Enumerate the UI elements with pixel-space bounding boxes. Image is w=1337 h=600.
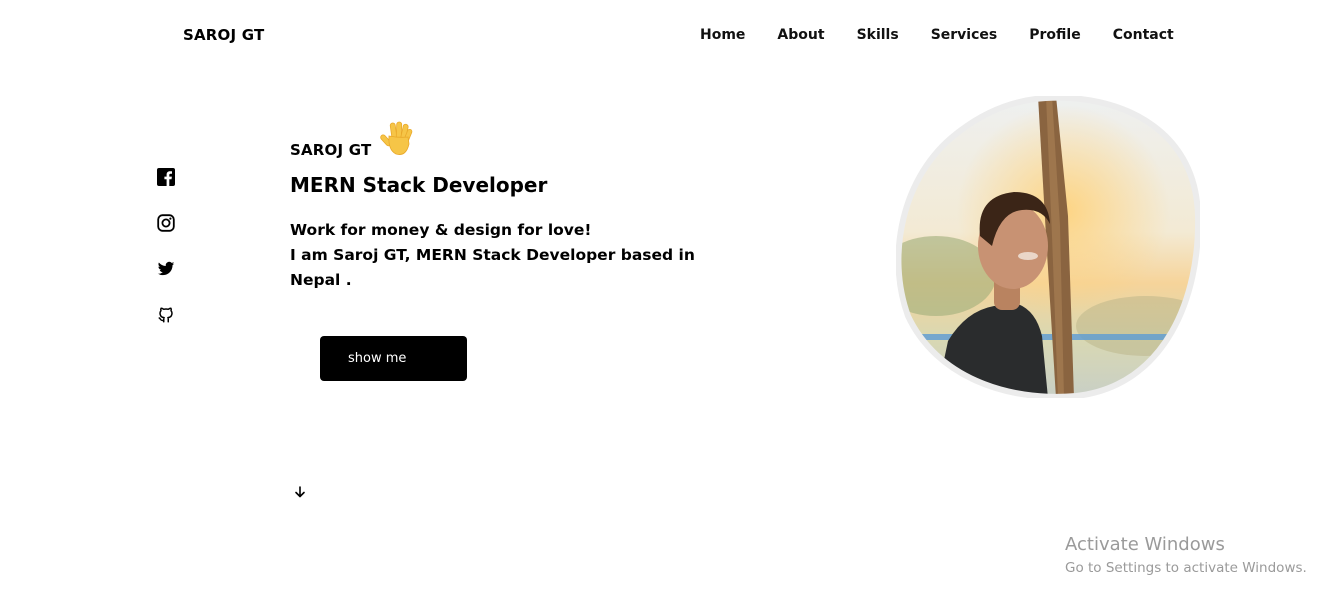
hero-desc-line: Work for money & design for love! bbox=[290, 221, 592, 239]
nav-link-skills[interactable]: Skills bbox=[857, 27, 899, 43]
show-me-button[interactable]: show me bbox=[320, 336, 467, 381]
social-links bbox=[157, 168, 175, 324]
facebook-icon[interactable] bbox=[157, 168, 175, 186]
github-icon[interactable] bbox=[157, 306, 175, 324]
instagram-icon[interactable] bbox=[157, 214, 175, 232]
nav-link-profile[interactable]: Profile bbox=[1029, 27, 1080, 43]
site-logo[interactable]: SAROJ GT bbox=[183, 26, 264, 44]
nav-link-about[interactable]: About bbox=[777, 27, 824, 43]
main-nav: Home About Skills Services Profile Conta… bbox=[700, 27, 1174, 43]
waving-hand-icon bbox=[380, 121, 413, 155]
hero-description: Work for money & design for love! I am S… bbox=[290, 218, 695, 293]
hero-title: MERN Stack Developer bbox=[290, 173, 548, 197]
nav-link-home[interactable]: Home bbox=[700, 27, 745, 43]
hero-name-row: SAROJ GT bbox=[290, 120, 417, 160]
watermark-title: Activate Windows bbox=[1065, 534, 1225, 555]
portfolio-page: SAROJ GT Home About Skills Services Prof… bbox=[0, 0, 1337, 600]
twitter-icon[interactable] bbox=[157, 260, 175, 278]
hero-desc-line: Nepal . bbox=[290, 271, 352, 289]
nav-link-services[interactable]: Services bbox=[931, 27, 998, 43]
arrow-down-icon[interactable] bbox=[293, 485, 307, 499]
hero-desc-line: I am Saroj GT, MERN Stack Developer base… bbox=[290, 246, 695, 264]
profile-photo bbox=[896, 96, 1200, 398]
watermark-subtitle: Go to Settings to activate Windows. bbox=[1065, 560, 1307, 576]
activate-windows-watermark: Activate Windows Go to Settings to activ… bbox=[1065, 534, 1307, 576]
nav-link-contact[interactable]: Contact bbox=[1113, 27, 1174, 43]
hero-name: SAROJ GT bbox=[290, 141, 372, 159]
